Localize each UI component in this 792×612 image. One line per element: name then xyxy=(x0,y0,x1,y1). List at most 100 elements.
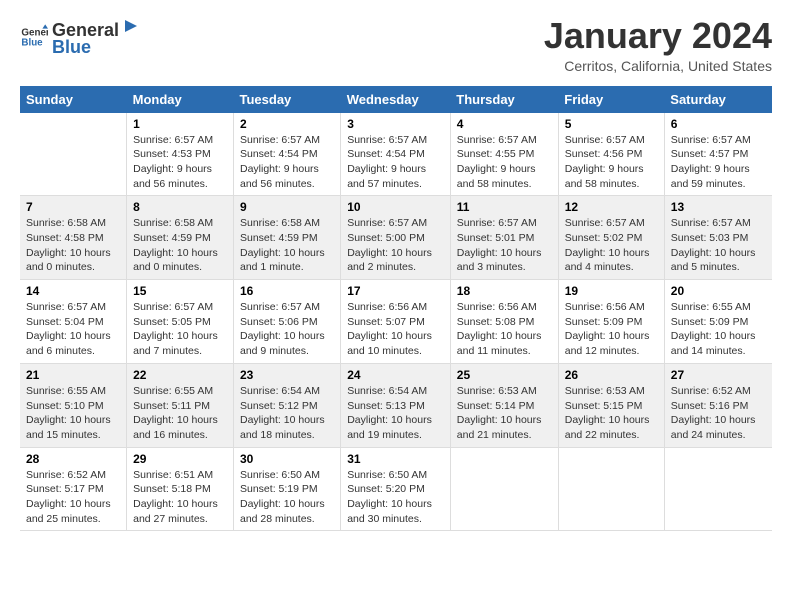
calendar-cell: 12 Sunrise: 6:57 AMSunset: 5:02 PMDayligh… xyxy=(558,196,664,280)
day-info: Sunrise: 6:54 AMSunset: 5:13 PMDaylight:… xyxy=(347,384,444,443)
calendar-week-row: 28 Sunrise: 6:52 AMSunset: 5:17 PMDayligh… xyxy=(20,447,772,531)
day-info: Sunrise: 6:57 AMSunset: 5:06 PMDaylight:… xyxy=(240,300,334,359)
day-number: 16 xyxy=(240,284,334,298)
calendar-cell: 1 Sunrise: 6:57 AMSunset: 4:53 PMDaylight… xyxy=(127,113,234,196)
day-info: Sunrise: 6:57 AMSunset: 4:55 PMDaylight:… xyxy=(457,133,552,192)
logo-icon: General Blue xyxy=(20,23,48,51)
day-info: Sunrise: 6:54 AMSunset: 5:12 PMDaylight:… xyxy=(240,384,334,443)
day-number: 14 xyxy=(26,284,120,298)
header-saturday: Saturday xyxy=(664,86,772,113)
calendar-week-row: 14 Sunrise: 6:57 AMSunset: 5:04 PMDayligh… xyxy=(20,280,772,364)
day-number: 28 xyxy=(26,452,120,466)
calendar-cell: 26 Sunrise: 6:53 AMSunset: 5:15 PMDayligh… xyxy=(558,363,664,447)
day-info: Sunrise: 6:56 AMSunset: 5:07 PMDaylight:… xyxy=(347,300,444,359)
calendar-cell xyxy=(664,447,772,531)
calendar-week-row: 1 Sunrise: 6:57 AMSunset: 4:53 PMDaylight… xyxy=(20,113,772,196)
calendar-cell: 25Sunrise: 6:53 AMSunset: 5:14 PMDayligh… xyxy=(450,363,558,447)
day-number: 3 xyxy=(347,117,444,131)
calendar-cell: 28 Sunrise: 6:52 AMSunset: 5:17 PMDayligh… xyxy=(20,447,127,531)
day-number: 13 xyxy=(671,200,766,214)
day-number: 26 xyxy=(565,368,658,382)
calendar-cell xyxy=(20,113,127,196)
title-block: January 2024 Cerritos, California, Unite… xyxy=(544,16,772,74)
calendar-cell: 31 Sunrise: 6:50 AMSunset: 5:20 PMDayligh… xyxy=(341,447,451,531)
day-info: Sunrise: 6:57 AMSunset: 4:53 PMDaylight:… xyxy=(133,133,227,192)
calendar-cell: 10 Sunrise: 6:57 AMSunset: 5:00 PMDayligh… xyxy=(341,196,451,280)
day-info: Sunrise: 6:58 AMSunset: 4:58 PMDaylight:… xyxy=(26,216,120,275)
header-sunday: Sunday xyxy=(20,86,127,113)
location-subtitle: Cerritos, California, United States xyxy=(544,58,772,74)
header-friday: Friday xyxy=(558,86,664,113)
calendar-table: SundayMondayTuesdayWednesdayThursdayFrid… xyxy=(20,86,772,532)
calendar-cell: 19Sunrise: 6:56 AMSunset: 5:09 PMDayligh… xyxy=(558,280,664,364)
calendar-cell: 30 Sunrise: 6:50 AMSunset: 5:19 PMDayligh… xyxy=(234,447,341,531)
day-number: 7 xyxy=(26,200,120,214)
day-info: Sunrise: 6:58 AMSunset: 4:59 PMDaylight:… xyxy=(240,216,334,275)
day-info: Sunrise: 6:56 AMSunset: 5:08 PMDaylight:… xyxy=(457,300,552,359)
day-number: 19 xyxy=(565,284,658,298)
day-info: Sunrise: 6:57 AMSunset: 5:02 PMDaylight:… xyxy=(565,216,658,275)
day-number: 29 xyxy=(133,452,227,466)
logo-arrow-icon xyxy=(121,16,141,36)
calendar-cell: 4Sunrise: 6:57 AMSunset: 4:55 PMDaylight… xyxy=(450,113,558,196)
day-info: Sunrise: 6:57 AMSunset: 5:05 PMDaylight:… xyxy=(133,300,227,359)
header-monday: Monday xyxy=(127,86,234,113)
calendar-cell: 17 Sunrise: 6:56 AMSunset: 5:07 PMDayligh… xyxy=(341,280,451,364)
day-info: Sunrise: 6:55 AMSunset: 5:09 PMDaylight:… xyxy=(671,300,766,359)
day-info: Sunrise: 6:50 AMSunset: 5:20 PMDaylight:… xyxy=(347,468,444,527)
calendar-week-row: 21 Sunrise: 6:55 AMSunset: 5:10 PMDayligh… xyxy=(20,363,772,447)
day-info: Sunrise: 6:51 AMSunset: 5:18 PMDaylight:… xyxy=(133,468,227,527)
day-number: 31 xyxy=(347,452,444,466)
calendar-cell: 14 Sunrise: 6:57 AMSunset: 5:04 PMDayligh… xyxy=(20,280,127,364)
calendar-cell xyxy=(558,447,664,531)
day-info: Sunrise: 6:50 AMSunset: 5:19 PMDaylight:… xyxy=(240,468,334,527)
day-info: Sunrise: 6:52 AMSunset: 5:16 PMDaylight:… xyxy=(671,384,766,443)
day-number: 21 xyxy=(26,368,120,382)
calendar-cell xyxy=(450,447,558,531)
logo: General Blue General Blue xyxy=(20,16,141,58)
calendar-cell: 20 Sunrise: 6:55 AMSunset: 5:09 PMDayligh… xyxy=(664,280,772,364)
calendar-cell: 9Sunrise: 6:58 AMSunset: 4:59 PMDaylight… xyxy=(234,196,341,280)
calendar-cell: 27 Sunrise: 6:52 AMSunset: 5:16 PMDayligh… xyxy=(664,363,772,447)
calendar-week-row: 7 Sunrise: 6:58 AMSunset: 4:58 PMDaylight… xyxy=(20,196,772,280)
header-thursday: Thursday xyxy=(450,86,558,113)
day-number: 10 xyxy=(347,200,444,214)
day-info: Sunrise: 6:52 AMSunset: 5:17 PMDaylight:… xyxy=(26,468,120,527)
weekday-header-row: SundayMondayTuesdayWednesdayThursdayFrid… xyxy=(20,86,772,113)
day-number: 6 xyxy=(671,117,766,131)
day-info: Sunrise: 6:57 AMSunset: 4:56 PMDaylight:… xyxy=(565,133,658,192)
calendar-cell: 22Sunrise: 6:55 AMSunset: 5:11 PMDayligh… xyxy=(127,363,234,447)
month-year-title: January 2024 xyxy=(544,16,772,56)
calendar-cell: 21 Sunrise: 6:55 AMSunset: 5:10 PMDayligh… xyxy=(20,363,127,447)
day-number: 2 xyxy=(240,117,334,131)
day-info: Sunrise: 6:57 AMSunset: 5:03 PMDaylight:… xyxy=(671,216,766,275)
day-number: 12 xyxy=(565,200,658,214)
day-info: Sunrise: 6:53 AMSunset: 5:15 PMDaylight:… xyxy=(565,384,658,443)
day-number: 1 xyxy=(133,117,227,131)
day-number: 22 xyxy=(133,368,227,382)
calendar-cell: 18 Sunrise: 6:56 AMSunset: 5:08 PMDayligh… xyxy=(450,280,558,364)
day-info: Sunrise: 6:57 AMSunset: 4:54 PMDaylight:… xyxy=(347,133,444,192)
day-info: Sunrise: 6:57 AMSunset: 5:01 PMDaylight:… xyxy=(457,216,552,275)
day-number: 30 xyxy=(240,452,334,466)
calendar-cell: 7 Sunrise: 6:58 AMSunset: 4:58 PMDaylight… xyxy=(20,196,127,280)
day-info: Sunrise: 6:57 AMSunset: 5:00 PMDaylight:… xyxy=(347,216,444,275)
calendar-cell: 13 Sunrise: 6:57 AMSunset: 5:03 PMDayligh… xyxy=(664,196,772,280)
day-number: 27 xyxy=(671,368,766,382)
header-tuesday: Tuesday xyxy=(234,86,341,113)
day-number: 5 xyxy=(565,117,658,131)
day-info: Sunrise: 6:55 AMSunset: 5:10 PMDaylight:… xyxy=(26,384,120,443)
day-info: Sunrise: 6:57 AMSunset: 5:04 PMDaylight:… xyxy=(26,300,120,359)
calendar-cell: 2Sunrise: 6:57 AMSunset: 4:54 PMDaylight… xyxy=(234,113,341,196)
day-number: 8 xyxy=(133,200,227,214)
day-number: 23 xyxy=(240,368,334,382)
svg-text:Blue: Blue xyxy=(21,37,43,48)
calendar-cell: 8Sunrise: 6:58 AMSunset: 4:59 PMDaylight… xyxy=(127,196,234,280)
day-number: 17 xyxy=(347,284,444,298)
calendar-cell: 11Sunrise: 6:57 AMSunset: 5:01 PMDayligh… xyxy=(450,196,558,280)
page-header: General Blue General Blue January 2024 C… xyxy=(20,16,772,74)
day-number: 20 xyxy=(671,284,766,298)
day-number: 18 xyxy=(457,284,552,298)
day-info: Sunrise: 6:57 AMSunset: 4:57 PMDaylight:… xyxy=(671,133,766,192)
calendar-cell: 23 Sunrise: 6:54 AMSunset: 5:12 PMDayligh… xyxy=(234,363,341,447)
